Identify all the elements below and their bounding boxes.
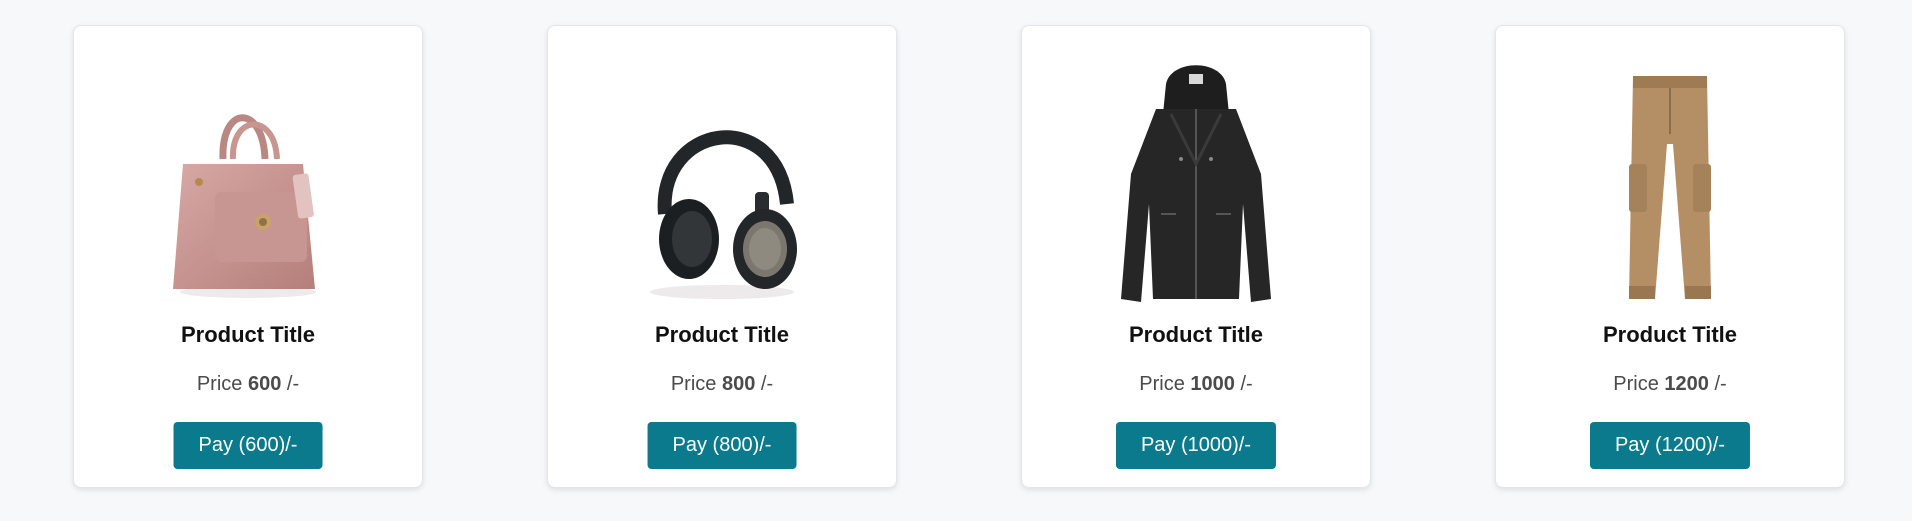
price-suffix: /-	[1240, 373, 1253, 395]
product-price: Price 800 /-	[548, 373, 896, 396]
price-prefix: Price	[196, 373, 243, 395]
jacket-icon	[1106, 44, 1286, 324]
price-suffix: /-	[760, 373, 774, 395]
pay-button[interactable]: Pay (600)/-	[173, 422, 323, 469]
price-prefix: Price	[1613, 373, 1659, 395]
product-card: Product Title Price 800 /- Pay (800)/-	[547, 25, 897, 488]
product-card: Product Title Price 600 /- Pay (600)/-	[73, 25, 423, 488]
product-title: Product Title	[654, 322, 790, 347]
product-grid: Product Title Price 600 /- Pay (600)/- P…	[0, 0, 1912, 521]
cargo-pants-icon	[1580, 44, 1760, 324]
product-price: Price 600 /-	[74, 373, 422, 396]
headphones-icon	[632, 44, 812, 324]
product-card: Product Title Price 1200 /- Pay (1200)/-	[1495, 25, 1845, 488]
price-value: 1000	[1190, 373, 1235, 395]
pay-button[interactable]: Pay (1000)/-	[1115, 422, 1277, 469]
product-card: Product Title Price 1000 /- Pay (1000)/-	[1021, 25, 1371, 488]
product-title: Product Title	[180, 322, 316, 347]
product-price: Price 1000 /-	[1022, 373, 1370, 396]
product-price: Price 1200 /-	[1496, 373, 1844, 396]
product-title: Product Title	[1128, 322, 1264, 347]
price-suffix: /-	[1714, 373, 1727, 395]
price-prefix: Price	[1139, 373, 1185, 395]
pay-button[interactable]: Pay (800)/-	[647, 422, 797, 469]
price-value: 800	[721, 373, 756, 395]
price-value: 1200	[1664, 373, 1709, 395]
price-prefix: Price	[670, 373, 717, 395]
pay-button[interactable]: Pay (1200)/-	[1589, 422, 1751, 469]
handbag-icon	[158, 44, 338, 324]
price-suffix: /-	[286, 373, 300, 395]
product-title: Product Title	[1602, 322, 1738, 347]
price-value: 600	[247, 373, 282, 395]
